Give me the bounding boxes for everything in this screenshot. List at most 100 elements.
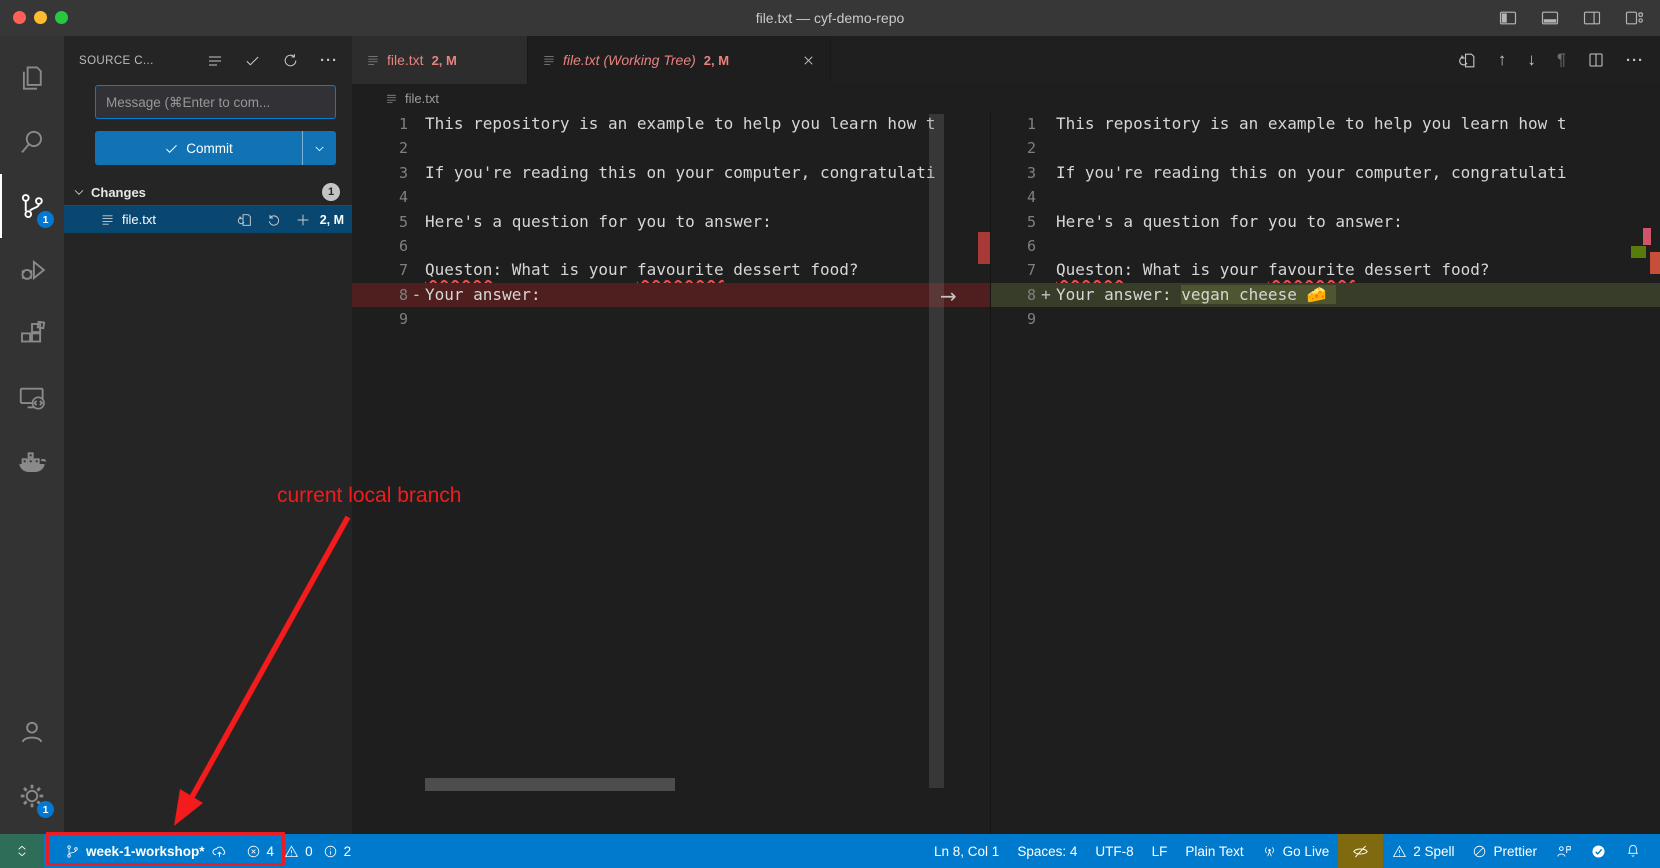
code-text[interactable]: Here's a question for you to answer: <box>1056 210 1660 234</box>
close-window-button[interactable] <box>13 11 26 24</box>
run-debug-icon[interactable] <box>0 238 64 302</box>
line-number: 9 <box>352 307 408 331</box>
eye-closed-icon <box>1351 842 1370 861</box>
next-change-icon[interactable]: ↓ <box>1527 50 1536 70</box>
diff-line[interactable]: 2 <box>352 136 990 160</box>
notifications-item[interactable] <box>1616 834 1650 868</box>
diff-line[interactable]: 9 <box>352 307 990 331</box>
stage-changes-icon[interactable] <box>295 212 311 228</box>
branch-status-item[interactable]: week-1-workshop* <box>56 834 237 868</box>
commit-dropdown-button[interactable] <box>302 131 336 165</box>
problems-status-item[interactable]: 4 0 2 <box>237 834 365 868</box>
code-text[interactable]: This repository is an example to help yo… <box>1056 112 1660 136</box>
close-tab-icon[interactable] <box>801 53 816 68</box>
remote-indicator[interactable] <box>0 834 44 868</box>
source-control-icon[interactable]: 1 <box>0 174 64 238</box>
diff-line[interactable]: 7Queston: What is your favourite dessert… <box>991 258 1660 282</box>
language-mode-item[interactable]: Plain Text <box>1176 834 1252 868</box>
docker-icon[interactable] <box>0 430 64 494</box>
code-text[interactable]: Your answer: vegan cheese 🧀 <box>1056 283 1660 307</box>
code-text[interactable]: If you're reading this on your computer,… <box>1056 161 1660 185</box>
spell-checker-item[interactable]: 2 Spell <box>1383 834 1463 868</box>
diff-marker <box>1036 307 1056 331</box>
breadcrumb[interactable]: file.txt <box>352 84 1660 112</box>
diff-line[interactable]: 8+Your answer: vegan cheese 🧀 <box>991 283 1660 307</box>
commit-button[interactable]: Commit <box>95 131 336 165</box>
tab-file-txt-working-tree[interactable]: file.txt (Working Tree) 2, M <box>528 36 831 84</box>
diff-line[interactable]: 2 <box>991 136 1660 160</box>
code-text[interactable]: Queston: What is your favourite dessert … <box>1056 258 1660 282</box>
indentation-item[interactable]: Spaces: 4 <box>1008 834 1086 868</box>
horizontal-scrollbar[interactable] <box>425 778 675 791</box>
search-icon[interactable] <box>0 110 64 174</box>
extensions-icon[interactable] <box>0 302 64 366</box>
diff-line[interactable]: 8-Your answer: <box>352 283 990 307</box>
diff-line[interactable]: 7Queston: What is your favourite dessert… <box>352 258 990 282</box>
revert-arrow-icon[interactable]: → <box>940 284 957 308</box>
commit-check-icon[interactable] <box>244 52 261 69</box>
tab-file-txt[interactable]: file.txt 2, M <box>352 36 528 84</box>
code-text[interactable]: Queston: What is your favourite dessert … <box>425 258 990 282</box>
diff-original-pane[interactable]: 1This repository is an example to help y… <box>352 112 990 834</box>
code-text[interactable] <box>425 185 990 209</box>
backup-sync-item[interactable] <box>1581 834 1616 868</box>
diff-line[interactable]: 1This repository is an example to help y… <box>991 112 1660 136</box>
refresh-icon[interactable] <box>282 52 299 69</box>
cursor-position-item[interactable]: Ln 8, Col 1 <box>925 834 1008 868</box>
toggle-secondary-sidebar-icon[interactable] <box>1582 8 1602 28</box>
diff-line[interactable]: 3If you're reading this on your computer… <box>991 161 1660 185</box>
commit-message-input[interactable] <box>95 85 336 119</box>
zoom-window-button[interactable] <box>55 11 68 24</box>
eol-item[interactable]: LF <box>1143 834 1177 868</box>
code-text[interactable] <box>1056 234 1660 258</box>
code-text[interactable] <box>1056 185 1660 209</box>
code-text[interactable] <box>425 234 990 258</box>
encoding-item[interactable]: UTF-8 <box>1086 834 1142 868</box>
code-text[interactable] <box>425 136 990 160</box>
diff-modified-pane[interactable]: 1This repository is an example to help y… <box>990 112 1660 834</box>
go-live-item[interactable]: Go Live <box>1253 834 1339 868</box>
discard-changes-icon[interactable] <box>266 212 282 228</box>
open-file-icon[interactable] <box>237 212 253 228</box>
diff-line[interactable]: 1This repository is an example to help y… <box>352 112 990 136</box>
remote-explorer-icon[interactable] <box>0 366 64 430</box>
code-text[interactable] <box>1056 307 1660 331</box>
code-text[interactable]: This repository is an example to help yo… <box>425 112 990 136</box>
code-text[interactable] <box>1056 136 1660 160</box>
diff-line[interactable]: 6 <box>991 234 1660 258</box>
diff-line[interactable]: 5Here's a question for you to answer: <box>352 210 990 234</box>
open-changes-icon[interactable] <box>1458 51 1477 70</box>
breadcrumb-item[interactable]: file.txt <box>405 91 439 106</box>
toggle-primary-sidebar-icon[interactable] <box>1498 8 1518 28</box>
diff-line[interactable]: 9 <box>991 307 1660 331</box>
code-text[interactable] <box>425 307 990 331</box>
accounts-icon[interactable] <box>0 700 64 764</box>
view-as-list-icon[interactable] <box>207 53 223 69</box>
more-actions-icon[interactable]: ··· <box>1626 52 1644 69</box>
changes-section-header[interactable]: Changes 1 <box>64 179 352 205</box>
prettier-item[interactable]: Prettier <box>1463 834 1546 868</box>
vertical-scrollbar[interactable] <box>929 114 944 788</box>
diff-line[interactable]: 5Here's a question for you to answer: <box>991 210 1660 234</box>
warnings-icon <box>284 844 299 859</box>
split-editor-icon[interactable] <box>1587 51 1605 69</box>
customize-layout-icon[interactable] <box>1624 8 1644 28</box>
explorer-icon[interactable] <box>0 46 64 110</box>
code-text[interactable]: If you're reading this on your computer,… <box>425 161 990 185</box>
diff-line[interactable]: 3If you're reading this on your computer… <box>352 161 990 185</box>
diff-line[interactable]: 6 <box>352 234 990 258</box>
code-text[interactable]: Here's a question for you to answer: <box>425 210 990 234</box>
changed-file-row[interactable]: file.txt 2, M <box>64 205 352 233</box>
more-actions-icon[interactable]: ··· <box>320 52 338 69</box>
diff-line[interactable]: 4 <box>352 185 990 209</box>
feedback-item[interactable] <box>1546 834 1581 868</box>
previous-change-icon[interactable]: ↑ <box>1498 50 1507 70</box>
diff-line[interactable]: 4 <box>991 185 1660 209</box>
editor-area: file.txt 2, M file.txt (Working Tree) 2,… <box>352 36 1660 834</box>
toggle-panel-icon[interactable] <box>1540 8 1560 28</box>
minimize-window-button[interactable] <box>34 11 47 24</box>
toggle-whitespace-icon[interactable]: ¶ <box>1557 50 1566 70</box>
highlight-disabled-item[interactable] <box>1338 834 1383 868</box>
settings-gear-icon[interactable]: 1 <box>0 764 64 828</box>
code-text[interactable]: Your answer: <box>425 283 990 307</box>
